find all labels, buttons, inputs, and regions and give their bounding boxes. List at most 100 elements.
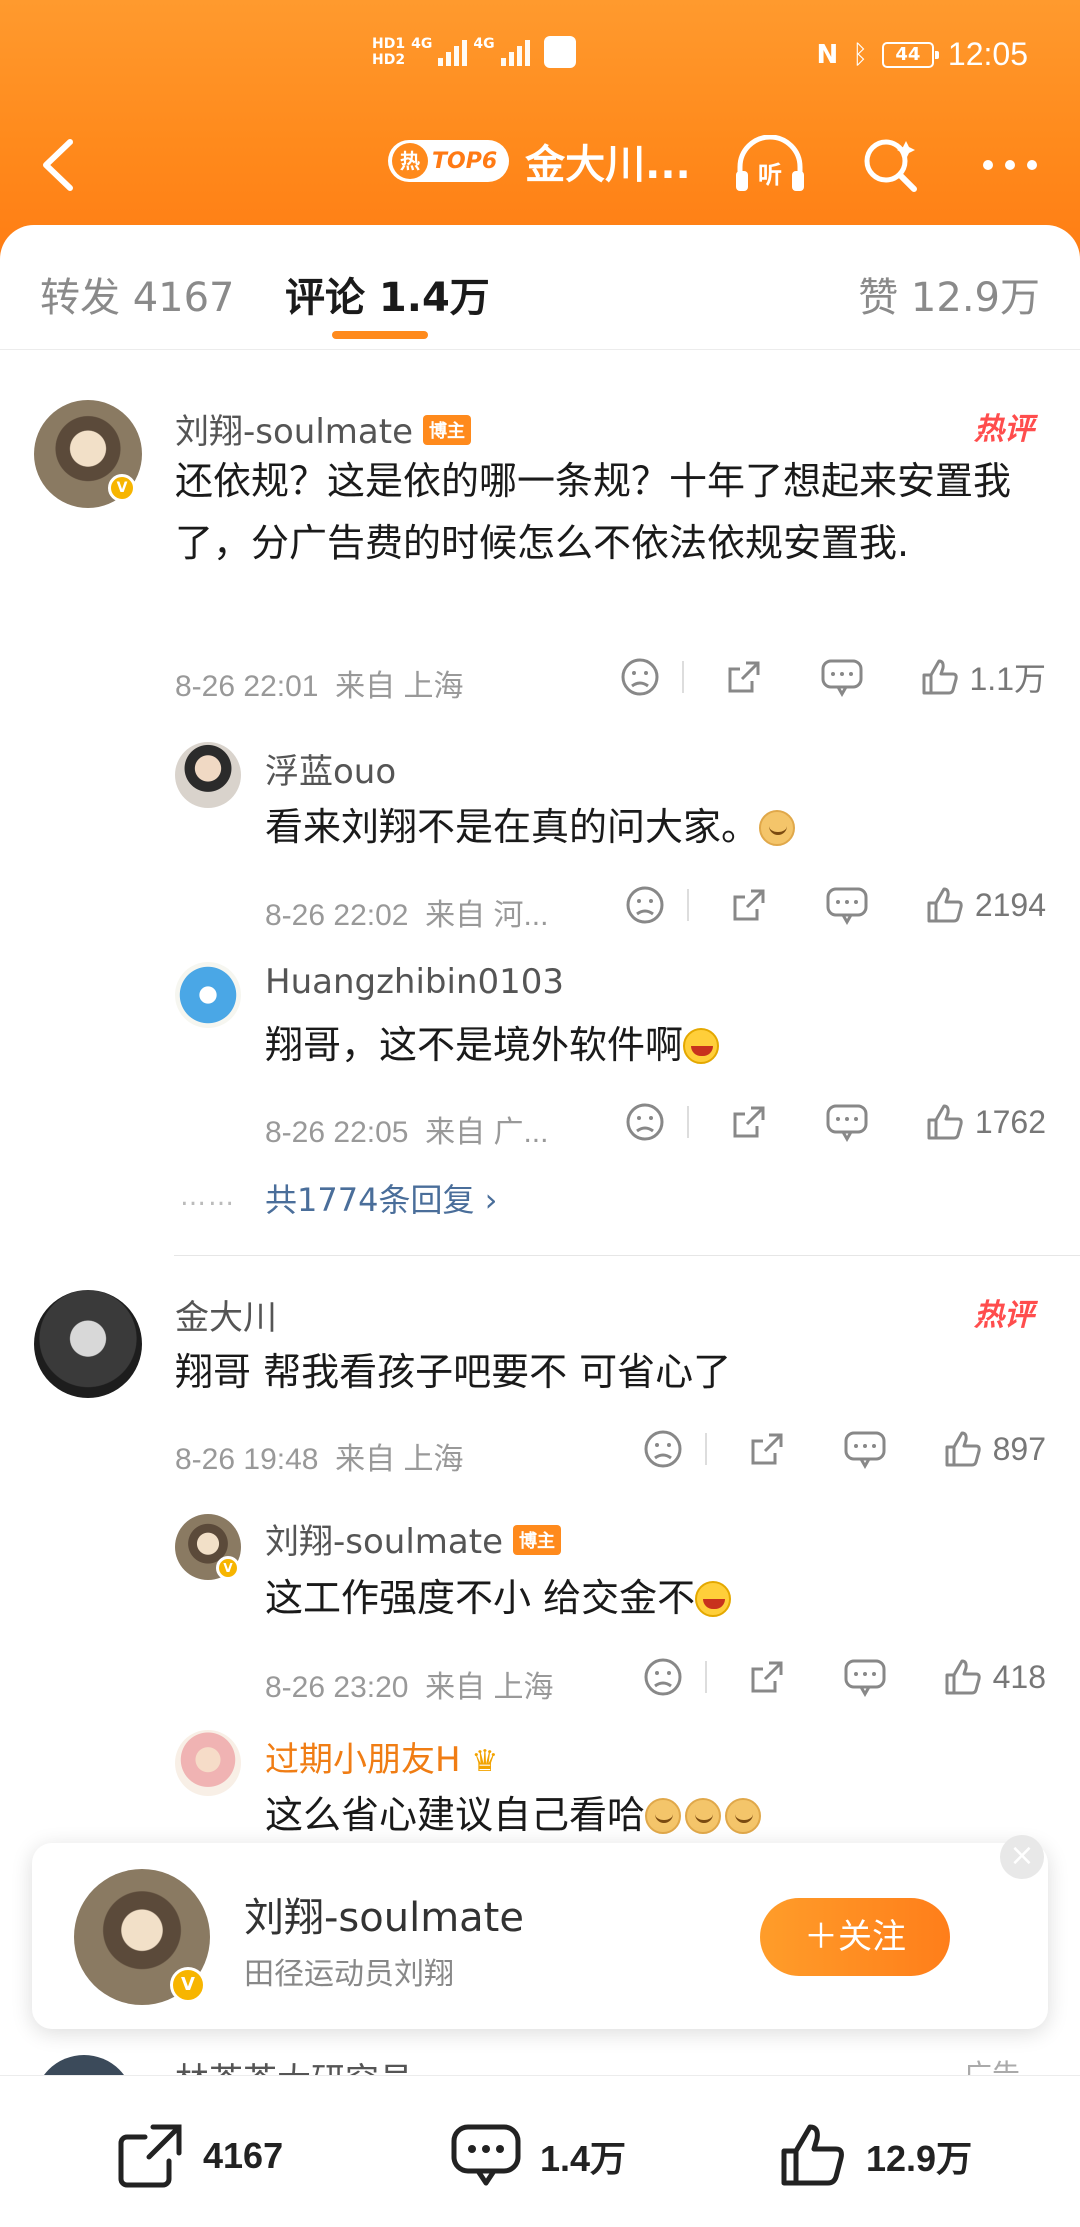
thumbs-up-icon bbox=[927, 887, 963, 923]
like-button[interactable]: 12.9万 bbox=[778, 2121, 972, 2191]
bottom-action-bar: 4167 1.4万 12.9万 bbox=[0, 2075, 1080, 2227]
doge-emoji-icon bbox=[759, 810, 796, 846]
active-tab-indicator bbox=[332, 331, 428, 339]
author-tag: 博主 bbox=[512, 1525, 561, 1555]
comment-icon[interactable] bbox=[843, 1429, 887, 1469]
like-count: 12.9万 bbox=[866, 2138, 973, 2179]
search-icon[interactable] bbox=[850, 130, 930, 200]
thumbs-up-icon bbox=[922, 659, 958, 695]
repost-count: 4167 bbox=[203, 2135, 284, 2176]
like-count: 418 bbox=[992, 1658, 1046, 1695]
comment-text: 还依规？这是依的哪一条规？十年了想起来安置我了，分广告费的时候怎么不依法依规安置… bbox=[175, 459, 1012, 565]
tab-likes[interactable]: 赞 12.9万 bbox=[858, 265, 1040, 323]
like-button[interactable]: 2194 bbox=[925, 885, 1046, 925]
share-icon[interactable] bbox=[747, 1657, 787, 1697]
reply-location: 来自 河... bbox=[425, 899, 549, 932]
like-count: 897 bbox=[992, 1430, 1046, 1467]
navbar: 热 TOP6 金大川... 听 bbox=[0, 110, 1080, 220]
reply-location: 来自 广... bbox=[425, 1116, 549, 1149]
comment-actions: 897 bbox=[643, 1424, 1046, 1474]
share-icon[interactable] bbox=[747, 1429, 787, 1469]
more-icon[interactable] bbox=[970, 130, 1050, 200]
like-button[interactable]: 1762 bbox=[925, 1102, 1046, 1142]
share-icon[interactable] bbox=[729, 885, 769, 925]
like-button[interactable]: 418 bbox=[943, 1657, 1046, 1697]
reply-username[interactable]: 浮蓝ouo bbox=[265, 744, 396, 793]
comment-icon[interactable] bbox=[825, 1102, 869, 1142]
avatar[interactable] bbox=[175, 1730, 241, 1796]
avatar[interactable] bbox=[34, 1290, 142, 1398]
reply-text-content: 这么省心建议自己看哈 bbox=[265, 1793, 646, 1837]
comment-username[interactable]: 刘翔-soulmate 博主 bbox=[175, 404, 471, 453]
thumbs-up-icon bbox=[945, 1431, 981, 1467]
nav-title-group[interactable]: 热 TOP6 金大川... bbox=[388, 132, 691, 190]
hd1-label: HD1 bbox=[372, 36, 406, 52]
like-count: 1762 bbox=[974, 1103, 1046, 1140]
dislike-icon[interactable] bbox=[620, 657, 660, 697]
status-bar: HD1 HD2 4G 4G N ᛒ 44 12:05 bbox=[0, 30, 1080, 90]
reply-username[interactable]: 过期小朋友H ♛ bbox=[265, 1732, 498, 1781]
hot-icon: 热 bbox=[392, 143, 428, 179]
dislike-icon[interactable] bbox=[643, 1657, 683, 1697]
close-icon[interactable]: × bbox=[1000, 1835, 1044, 1879]
reply-username[interactable]: 刘翔-soulmate 博主 bbox=[265, 1514, 561, 1563]
back-icon[interactable] bbox=[30, 130, 90, 200]
share-icon[interactable] bbox=[729, 1102, 769, 1142]
avatar[interactable] bbox=[175, 742, 241, 808]
comment-username[interactable]: 金大川 bbox=[175, 1290, 277, 1339]
hd2-label: HD2 bbox=[372, 52, 406, 68]
avatar[interactable] bbox=[175, 962, 241, 1028]
suggested-user-name[interactable]: 刘翔-soulmate bbox=[244, 1885, 524, 1943]
listen-icon[interactable]: 听 bbox=[730, 130, 810, 200]
share-icon[interactable] bbox=[724, 657, 764, 697]
chevron-right-icon: › bbox=[484, 1181, 498, 1219]
comment-button[interactable]: 1.4万 bbox=[450, 2121, 626, 2191]
laugh-cry-emoji-icon bbox=[683, 1028, 720, 1064]
svg-text:听: 听 bbox=[758, 161, 782, 189]
username-text: 刘翔-soulmate bbox=[175, 412, 413, 452]
suggested-user-desc: 田径运动员刘翔 bbox=[244, 1957, 454, 1992]
bluetooth-icon: ᛒ bbox=[852, 39, 868, 70]
battery-icon: 44 bbox=[881, 41, 939, 68]
reply-time: 8-26 22:02 bbox=[265, 899, 409, 932]
network-indicators: HD1 HD2 4G 4G bbox=[372, 36, 576, 68]
next-item-peek: 林茶茶大研究员 广告 bbox=[0, 2045, 1080, 2075]
comment-icon[interactable] bbox=[825, 885, 869, 925]
username-text: 刘翔-soulmate bbox=[265, 1522, 503, 1562]
reply-text-content: 看来刘翔不是在真的问大家。 bbox=[265, 805, 760, 849]
reply-username[interactable]: Huangzhibin0103 bbox=[265, 962, 564, 1002]
thumbs-up-icon bbox=[781, 2124, 844, 2186]
nav-actions: 听 bbox=[730, 130, 1050, 200]
dislike-icon[interactable] bbox=[643, 1429, 683, 1469]
tab-repost[interactable]: 转发 4167 bbox=[40, 265, 235, 323]
more-dots: …… bbox=[180, 1182, 236, 1212]
comment-icon[interactable] bbox=[820, 657, 864, 697]
verified-icon: V bbox=[216, 1556, 240, 1580]
view-all-replies-link[interactable]: 共1774条回复 › bbox=[265, 1175, 497, 1221]
dislike-icon[interactable] bbox=[625, 1102, 665, 1142]
battery-level: 44 bbox=[895, 43, 921, 65]
signal-icon bbox=[438, 38, 468, 66]
comment-time: 8-26 22:01 bbox=[175, 670, 319, 703]
dislike-icon[interactable] bbox=[625, 885, 665, 925]
comment-location: 来自 上海 bbox=[335, 1443, 464, 1476]
repost-button[interactable]: 4167 bbox=[115, 2121, 283, 2191]
reply-meta: 8-26 23:20 来自 上海 bbox=[265, 1662, 553, 1706]
comment-icon[interactable] bbox=[843, 1657, 887, 1697]
thumbs-up-icon bbox=[945, 1659, 981, 1695]
follow-suggestion-card[interactable]: V 刘翔-soulmate 田径运动员刘翔 ＋关注 × bbox=[32, 1835, 1048, 2029]
username-text: 过期小朋友H bbox=[265, 1740, 461, 1780]
verified-icon: V bbox=[108, 474, 136, 502]
doge-emoji-icon bbox=[685, 1798, 722, 1834]
reply-text: 这么省心建议自己看哈 bbox=[265, 1784, 762, 1846]
reply-text: 这工作强度不小 给交金不 bbox=[265, 1567, 732, 1629]
verified-icon: V bbox=[170, 1967, 206, 2003]
reply-location: 来自 上海 bbox=[425, 1671, 554, 1704]
follow-button[interactable]: ＋关注 bbox=[760, 1898, 950, 1976]
comment-icon bbox=[451, 2124, 521, 2186]
author-tag: 博主 bbox=[422, 415, 471, 445]
tab-comments[interactable]: 评论 1.4万 bbox=[285, 265, 490, 323]
like-button[interactable]: 897 bbox=[943, 1429, 1046, 1469]
header: HD1 HD2 4G 4G N ᛒ 44 12:05 热 TOP6 金大川... bbox=[0, 0, 1080, 260]
like-button[interactable]: 1.1万 bbox=[920, 654, 1046, 700]
